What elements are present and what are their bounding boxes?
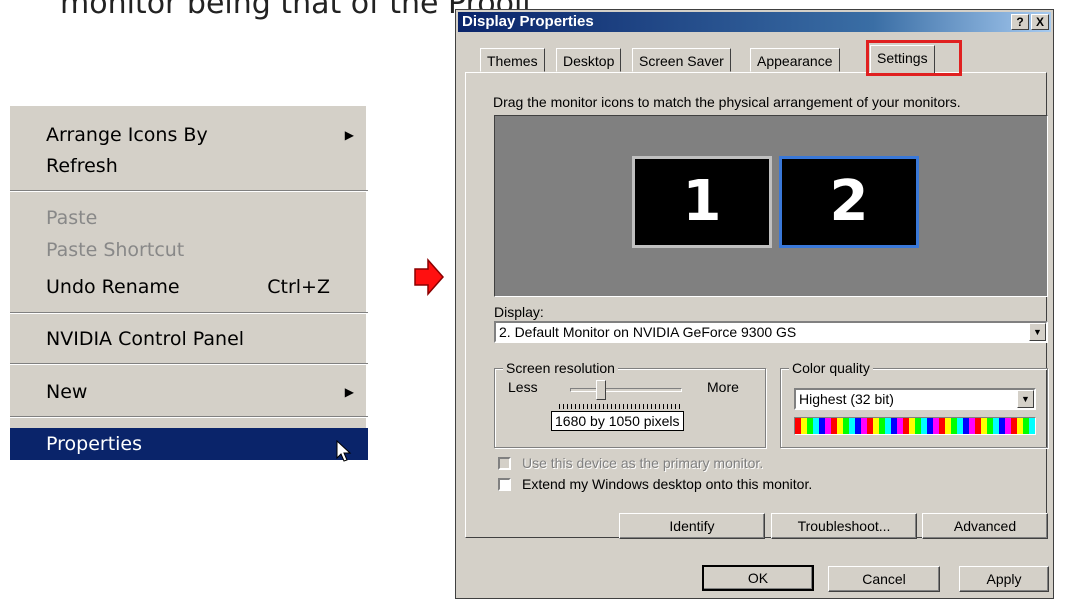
display-label: Display: — [494, 304, 544, 320]
advanced-button[interactable]: Advanced — [922, 513, 1048, 539]
menu-item-label: Paste Shortcut — [46, 239, 185, 261]
screen-resolution-group: Screen resolution Less More 1680 by 1050… — [494, 360, 766, 448]
tab-appearance[interactable]: Appearance — [750, 48, 840, 72]
resolution-less-label: Less — [508, 379, 538, 395]
help-button[interactable]: ? — [1011, 14, 1029, 30]
color-quality-title: Color quality — [789, 360, 873, 376]
resolution-more-label: More — [707, 379, 739, 395]
menu-separator — [10, 416, 368, 418]
color-quality-select[interactable]: Highest (32 bit) ▼ — [794, 388, 1036, 410]
title-bar[interactable]: Display Properties ? X — [458, 12, 1051, 32]
monitor-instruction: Drag the monitor icons to match the phys… — [493, 94, 961, 110]
menu-separator — [10, 363, 368, 365]
color-spectrum-bar — [794, 417, 1036, 435]
menu-item-label: Refresh — [46, 155, 118, 177]
tab-themes[interactable]: Themes — [480, 48, 545, 72]
extend-desktop-label[interactable]: Extend my Windows desktop onto this moni… — [522, 476, 812, 492]
settings-tab-highlight — [866, 40, 962, 76]
display-select[interactable]: 2. Default Monitor on NVIDIA GeForce 930… — [494, 321, 1048, 343]
menu-item-properties[interactable]: Properties — [10, 428, 368, 462]
menu-item-label: Properties — [46, 433, 143, 455]
tab-desktop[interactable]: Desktop — [556, 48, 622, 72]
menu-item-arrange-icons-by[interactable]: Arrange Icons By ▶ — [10, 120, 368, 150]
close-button[interactable]: X — [1031, 14, 1049, 30]
menu-item-label: Arrange Icons By — [46, 124, 208, 146]
resolution-value: 1680 by 1050 pixels — [551, 411, 684, 431]
display-properties-dialog: Display Properties ? X Themes Desktop Sc… — [455, 9, 1054, 599]
menu-item-nvidia-control-panel[interactable]: NVIDIA Control Panel — [10, 324, 368, 354]
chevron-down-icon[interactable]: ▼ — [1017, 390, 1034, 408]
identify-button[interactable]: Identify — [619, 513, 765, 539]
troubleshoot-button[interactable]: Troubleshoot... — [771, 513, 917, 539]
menu-item-label: New — [46, 381, 88, 403]
color-quality-value: Highest (32 bit) — [799, 391, 894, 407]
menu-item-shortcut: Ctrl+Z — [267, 276, 330, 298]
menu-item-new[interactable]: New ▶ — [10, 377, 368, 407]
menu-item-paste-shortcut: Paste Shortcut — [10, 235, 368, 265]
monitor-2-icon[interactable]: 2 — [779, 156, 919, 248]
chevron-down-icon[interactable]: ▼ — [1029, 323, 1046, 341]
menu-separator — [10, 190, 368, 192]
ok-button[interactable]: OK — [702, 565, 814, 591]
menu-item-label: Paste — [46, 207, 98, 229]
menu-item-label: NVIDIA Control Panel — [46, 328, 245, 350]
monitor-1-icon[interactable]: 1 — [632, 156, 772, 248]
resolution-slider-track[interactable] — [570, 388, 682, 392]
dialog-title: Display Properties — [462, 13, 594, 30]
resolution-slider-thumb[interactable] — [595, 380, 606, 400]
resolution-slider-ticks — [559, 404, 680, 409]
primary-monitor-checkbox — [498, 457, 511, 470]
tab-screen-saver[interactable]: Screen Saver — [632, 48, 731, 72]
screen-resolution-title: Screen resolution — [503, 360, 618, 376]
mouse-cursor-icon — [336, 440, 352, 462]
menu-item-label: Undo Rename — [46, 276, 180, 298]
red-arrow-icon — [414, 258, 444, 296]
extend-desktop-checkbox[interactable] — [498, 478, 511, 491]
color-quality-group: Color quality Highest (32 bit) ▼ — [780, 360, 1048, 448]
cancel-button[interactable]: Cancel — [828, 566, 940, 592]
primary-monitor-label: Use this device as the primary monitor. — [522, 455, 764, 471]
menu-item-undo-rename[interactable]: Undo Rename Ctrl+Z — [10, 272, 368, 302]
apply-button[interactable]: Apply — [959, 566, 1049, 592]
submenu-arrow-icon: ▶ — [344, 128, 354, 142]
desktop-context-menu: Arrange Icons By ▶ Refresh Paste Paste S… — [8, 104, 368, 462]
submenu-arrow-icon: ▶ — [344, 385, 354, 399]
menu-item-refresh[interactable]: Refresh — [10, 151, 368, 181]
menu-item-paste: Paste — [10, 203, 368, 233]
monitor-arrangement-area: 1 2 — [494, 115, 1048, 297]
display-select-value: 2. Default Monitor on NVIDIA GeForce 930… — [499, 324, 797, 340]
menu-separator — [10, 312, 368, 314]
